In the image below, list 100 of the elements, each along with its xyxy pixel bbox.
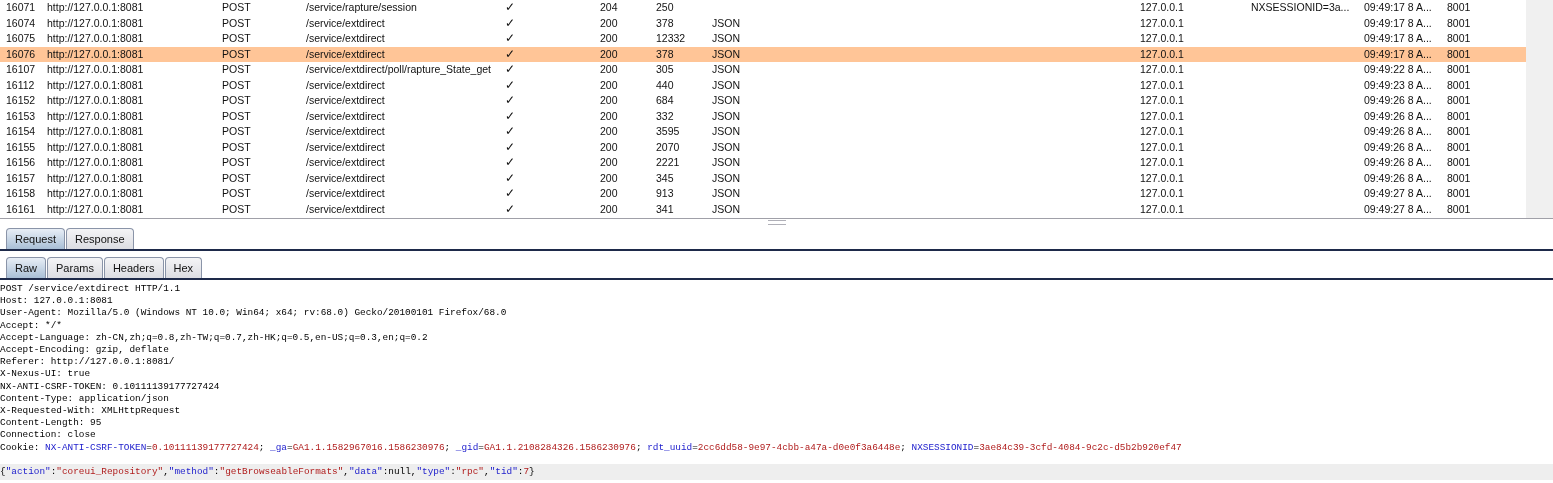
table-cell-text: 204 — [600, 0, 619, 16]
table-cell-text: http://127.0.0.1:8081 — [47, 62, 145, 78]
header-line: X-Requested-With: XMLHttpRequest — [0, 405, 182, 418]
table-cell-text: /service/extdirect — [306, 186, 386, 202]
table-cell-text: 200 — [600, 139, 619, 155]
table-cell-text: 127.0.0.1 — [1140, 155, 1185, 171]
table-cell-text: POST — [222, 170, 252, 186]
table-cell-text: 16076 — [6, 46, 37, 62]
table-cell-text: 16161 — [6, 201, 37, 217]
table-cell-text: /service/extdirect — [306, 31, 386, 47]
tab[interactable]: Request — [6, 228, 65, 249]
table-cell-text: 8001 — [1447, 108, 1472, 124]
table-cell-text: ✓ — [505, 124, 516, 140]
table-cell-text: 09:49:17 8 A... — [1364, 0, 1433, 16]
table-cell-text: 200 — [600, 77, 619, 93]
request-row[interactable]: 16153 http://127.0.0.1:8081 POST /service/extdirect ✓ 200 332 JSON 127.0.0.1 09:49:26 8 A... 8001 — [0, 108, 1526, 124]
table-cell-text: 127.0.0.1 — [1140, 201, 1185, 217]
header-line: Content-Type: application/json — [0, 392, 170, 406]
table-cell-text: 127.0.0.1 — [1140, 62, 1185, 78]
request-row[interactable]: 16152 http://127.0.0.1:8081 POST /service/extdirect ✓ 200 684 JSON 127.0.0.1 09:49:26 8 A... 8001 — [0, 93, 1526, 109]
table-cell-text: 16107 — [6, 62, 37, 78]
table-cell-text: 09:49:27 8 A... — [1364, 201, 1433, 217]
table-cell-text: http://127.0.0.1:8081 — [47, 139, 145, 155]
table-cell-text: 16152 — [6, 93, 37, 109]
table-cell-text: 2221 — [656, 155, 681, 171]
table-cell-text: 16157 — [6, 170, 37, 186]
request-row[interactable]: 16107 http://127.0.0.1:8081 POST /service/extdirect/poll/rapture_State_get ✓ 200 305 JSON 127.0.0.1 09:49:22 8 A... 8001 — [0, 62, 1526, 78]
table-cell-text: /service/extdirect — [306, 93, 386, 109]
header-line: NX-ANTI-CSRF-TOKEN: 0.10111139177727424 — [0, 380, 221, 393]
tab[interactable]: Raw — [6, 257, 46, 278]
table-cell-text: 2070 — [656, 139, 681, 155]
table-cell-text: http://127.0.0.1:8081 — [47, 93, 145, 109]
request-row[interactable]: 16158 http://127.0.0.1:8081 POST /service/extdirect ✓ 200 913 JSON 127.0.0.1 09:49:27 8 A... 8001 — [0, 186, 1526, 202]
request-row[interactable]: 16074 http://127.0.0.1:8081 POST /service/extdirect ✓ 200 378 JSON 127.0.0.1 09:49:17 8 A... 8001 — [0, 15, 1526, 31]
table-cell-text: 378 — [656, 46, 675, 62]
cookie-line: Cookie: NX-ANTI-CSRF-TOKEN=0.10111139177727424; _ga=GA1.1.1582967016.1586230976; _gid=GA1.1.2108284326.1586230976; rdt_uuid=2cc6dd58-9e97-4cbb-a47a-d0e0f3a6448e; NXSESSIONID=3ae84c39-3cfd-4084-9c2c-d5b2b920ef47 — [0, 441, 1183, 454]
request-body: {"action":"coreui_Repository","method":"getBrowseableFormats","data":null,"type":"rpc","tid":7} — [0, 463, 1553, 481]
table-cell-text: /service/extdirect — [306, 170, 386, 186]
table-cell-text: 200 — [600, 62, 619, 78]
request-row[interactable]: 16156 http://127.0.0.1:8081 POST /service/extdirect ✓ 200 2221 JSON 127.0.0.1 09:49:26 8 A... 8001 — [0, 155, 1526, 171]
table-cell-text: 8001 — [1447, 15, 1472, 31]
request-row[interactable]: 16161 http://127.0.0.1:8081 POST /service/extdirect ✓ 200 341 JSON 127.0.0.1 09:49:27 8 A... 8001 — [0, 201, 1526, 217]
table-cell-text: 09:49:26 8 A... — [1364, 93, 1433, 109]
table-cell-text: 200 — [600, 124, 619, 140]
table-cell-text: ✓ — [505, 0, 516, 16]
table-cell-text: 09:49:26 8 A... — [1364, 170, 1433, 186]
table-cell-text: 913 — [656, 186, 675, 202]
table-cell-text: 684 — [656, 93, 675, 109]
table-cell-text: ✓ — [505, 170, 516, 186]
table-cell-text: http://127.0.0.1:8081 — [47, 46, 145, 62]
header-line: Content-Length: 95 — [0, 417, 103, 430]
table-cell-text: JSON — [712, 108, 741, 124]
header-line: Accept: */* — [0, 319, 63, 332]
request-row[interactable]: 16075 http://127.0.0.1:8081 POST /service/extdirect ✓ 200 12332 JSON 127.0.0.1 09:49:17 8 A... 8001 — [0, 31, 1526, 47]
table-cell-text: 16074 — [6, 15, 37, 31]
table-cell-text: 16071 — [6, 0, 37, 16]
request-row[interactable]: 16155 http://127.0.0.1:8081 POST /service/extdirect ✓ 200 2070 JSON 127.0.0.1 09:49:26 8 A... 8001 — [0, 139, 1526, 155]
table-cell-text: 332 — [656, 108, 675, 124]
splitter-grip-icon[interactable] — [767, 220, 786, 225]
request-row[interactable]: 16076 http://127.0.0.1:8081 POST /service/extdirect ✓ 200 378 JSON 127.0.0.1 09:49:17 8 A... 8001 — [0, 46, 1526, 62]
table-cell-text: ✓ — [505, 93, 516, 109]
table-cell-text: POST — [222, 31, 252, 47]
table-cell-text: http://127.0.0.1:8081 — [47, 31, 145, 47]
table-cell-text: 09:49:23 8 A... — [1364, 77, 1433, 93]
table-cell-text: 09:49:22 8 A... — [1364, 62, 1433, 78]
header-line: Referer: http://127.0.0.1:8081/ — [0, 356, 176, 369]
table-cell-text: POST — [222, 124, 252, 140]
table-cell-text: POST — [222, 15, 252, 31]
table-cell-text: 09:49:17 8 A... — [1364, 31, 1433, 47]
table-cell-text: 16075 — [6, 31, 37, 47]
table-cell-text: 8001 — [1447, 31, 1472, 47]
request-row[interactable]: 16157 http://127.0.0.1:8081 POST /service/extdirect ✓ 200 345 JSON 127.0.0.1 09:49:26 8 A... 8001 — [0, 170, 1526, 186]
table-cell-text: 8001 — [1447, 201, 1472, 217]
table-cell-text: 09:49:27 8 A... — [1364, 186, 1433, 202]
scrollbar[interactable] — [1526, 0, 1553, 218]
table-cell-text: JSON — [712, 201, 741, 217]
request-row[interactable]: 16112 http://127.0.0.1:8081 POST /service/extdirect ✓ 200 440 JSON 127.0.0.1 09:49:23 8 A... 8001 — [0, 77, 1526, 93]
table-cell-text: 8001 — [1447, 124, 1472, 140]
tab[interactable]: Params — [47, 257, 103, 278]
header-line: User-Agent: Mozilla/5.0 (Windows NT 10.0; Win64; x64; rv:68.0) Gecko/20100101 Firefox/68.0 — [0, 307, 508, 320]
table-cell-text: JSON — [712, 15, 741, 31]
request-row[interactable]: 16154 http://127.0.0.1:8081 POST /service/extdirect ✓ 200 3595 JSON 127.0.0.1 09:49:26 8 A... 8001 — [0, 124, 1526, 140]
header-line: X-Nexus-UI: true — [0, 368, 91, 381]
request-row[interactable]: 16071 http://127.0.0.1:8081 POST /service/rapture/session ✓ 204 250 127.0.0.1 NXSESSIONID=3a... 09:49:17 8 A... 8001 — [0, 0, 1526, 16]
tab[interactable]: Headers — [103, 257, 164, 278]
table-cell-text: POST — [222, 201, 252, 217]
table-cell-text: 127.0.0.1 — [1140, 124, 1185, 140]
table-cell-text: 09:49:17 8 A... — [1364, 46, 1433, 62]
table-cell-text: POST — [222, 62, 252, 78]
tab[interactable]: Response — [66, 228, 134, 249]
table-cell-text: 09:49:26 8 A... — [1364, 108, 1433, 124]
table-cell-text: 200 — [600, 108, 619, 124]
table-cell-text: http://127.0.0.1:8081 — [47, 77, 145, 93]
table-cell-text: POST — [222, 139, 252, 155]
table-cell-text: 200 — [600, 170, 619, 186]
table-cell-text: ✓ — [505, 108, 516, 124]
tab[interactable]: Hex — [164, 257, 203, 278]
table-cell-text: 200 — [600, 46, 619, 62]
table-cell-text: ✓ — [505, 201, 516, 217]
table-cell-text: /service/extdirect — [306, 124, 386, 140]
